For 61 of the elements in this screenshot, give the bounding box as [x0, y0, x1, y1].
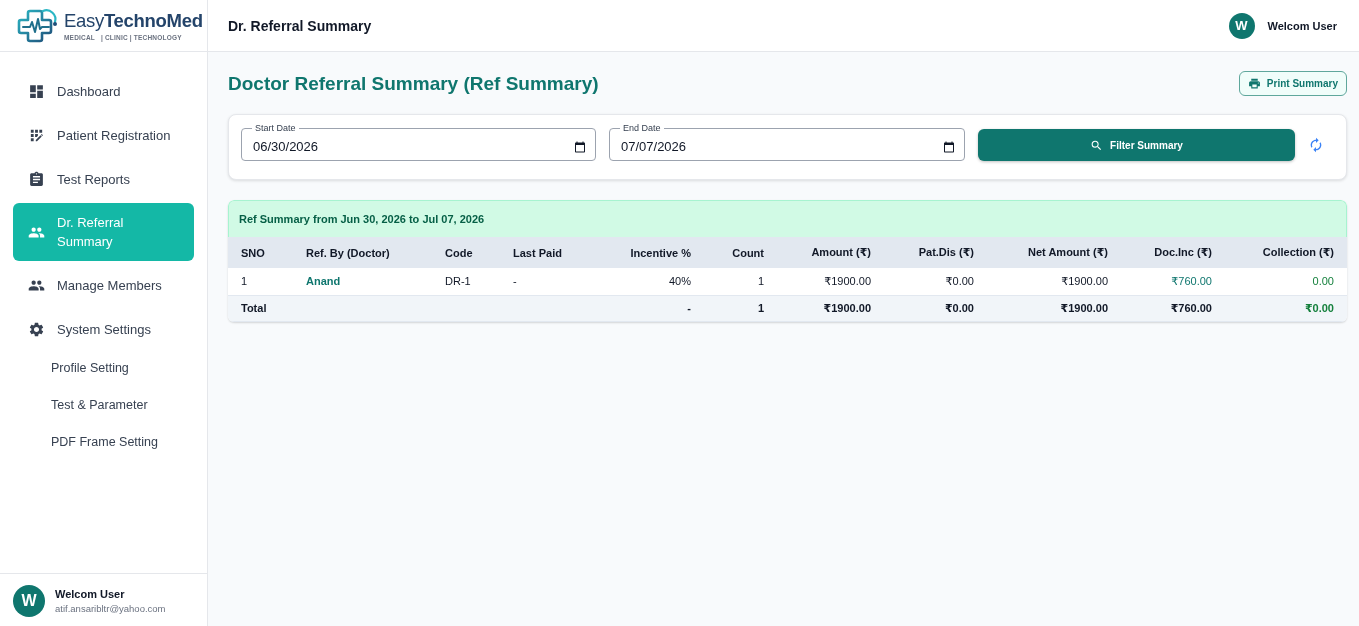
total-cell: ₹1900.00: [777, 295, 884, 321]
sidebar-item[interactable]: System Settings: [13, 309, 194, 349]
total-cell: -: [600, 295, 704, 321]
table-cell: 1: [704, 268, 777, 295]
table-cell: -: [500, 268, 600, 295]
sidebar-item[interactable]: Dashboard: [13, 71, 194, 111]
table-cell: ₹1900.00: [777, 268, 884, 295]
calendar-icon[interactable]: [943, 140, 955, 153]
table-cell: ₹1900.00: [987, 268, 1121, 295]
date-field[interactable]: Start Date 06/30/2026: [241, 123, 596, 161]
calendar-icon[interactable]: [574, 140, 586, 153]
filter-button[interactable]: Filter Summary: [978, 129, 1295, 161]
cross-heartbeat-icon: [16, 6, 58, 45]
user-avatar[interactable]: W: [1228, 12, 1255, 39]
column-header: Code: [432, 237, 500, 268]
table-cell: DR-1: [432, 268, 500, 295]
user-name: Welcom User: [55, 588, 126, 600]
table-cell: 1: [228, 268, 293, 295]
sidebar-subitem[interactable]: Test & Parameter: [13, 387, 194, 423]
column-header: Pat.Dis (₹): [884, 237, 987, 268]
sidebar-subitem[interactable]: Profile Setting: [13, 350, 194, 386]
column-header: Last Paid: [500, 237, 600, 268]
settings-icon: [28, 320, 45, 338]
clipboard-icon: [28, 170, 45, 188]
print-button[interactable]: Print Summary: [1238, 71, 1347, 96]
doctor-link[interactable]: Anand: [293, 268, 432, 295]
sidebar-item[interactable]: Manage Members: [13, 265, 194, 305]
total-label: Total: [228, 295, 600, 321]
column-header: Collection (₹): [1225, 237, 1347, 268]
user-name: Welcom User: [1267, 19, 1337, 32]
sidebar-item[interactable]: Patient Registration: [13, 115, 194, 155]
table-cell: 0.00: [1225, 268, 1347, 295]
refresh-button[interactable]: [1308, 137, 1324, 153]
column-header: Ref. By (Doctor): [293, 237, 432, 268]
column-header: Amount (₹): [777, 237, 884, 268]
brand-name: EasyTechnoMed: [64, 10, 203, 32]
user-email: atif.ansaribltr@yahoo.com: [55, 603, 166, 614]
total-cell: ₹1900.00: [987, 295, 1121, 321]
page-title: Doctor Referral Summary (Ref Summary): [228, 72, 599, 95]
total-cell: ₹0.00: [884, 295, 987, 321]
refresh-icon: [1308, 137, 1324, 153]
total-cell: 1: [704, 295, 777, 321]
date-field[interactable]: End Date 07/07/2026: [609, 123, 965, 161]
summary-caption: Ref Summary from Jun 30, 2026 to Jul 07, 2026: [228, 200, 1347, 237]
total-cell: ₹760.00: [1121, 295, 1225, 321]
table-cell: 40%: [600, 268, 704, 295]
sidebar-item[interactable]: Test Reports: [13, 159, 194, 199]
dashboard-icon: [28, 82, 45, 100]
column-header: Count: [704, 237, 777, 268]
header-title: Dr. Referral Summary: [228, 17, 372, 34]
table-cell: ₹0.00: [884, 268, 987, 295]
column-header: SNO: [228, 237, 293, 268]
table-cell: ₹760.00: [1121, 268, 1225, 295]
printer-icon: [1247, 77, 1261, 90]
column-header: Net Amount (₹): [987, 237, 1121, 268]
sidebar-subitem[interactable]: PDF Frame Setting: [13, 424, 194, 460]
total-cell: ₹0.00: [1225, 295, 1347, 321]
search-icon: [1090, 138, 1104, 152]
column-header: Incentive %: [600, 237, 704, 268]
user-avatar: W: [13, 585, 45, 617]
column-header: Doc.Inc (₹): [1121, 237, 1225, 268]
